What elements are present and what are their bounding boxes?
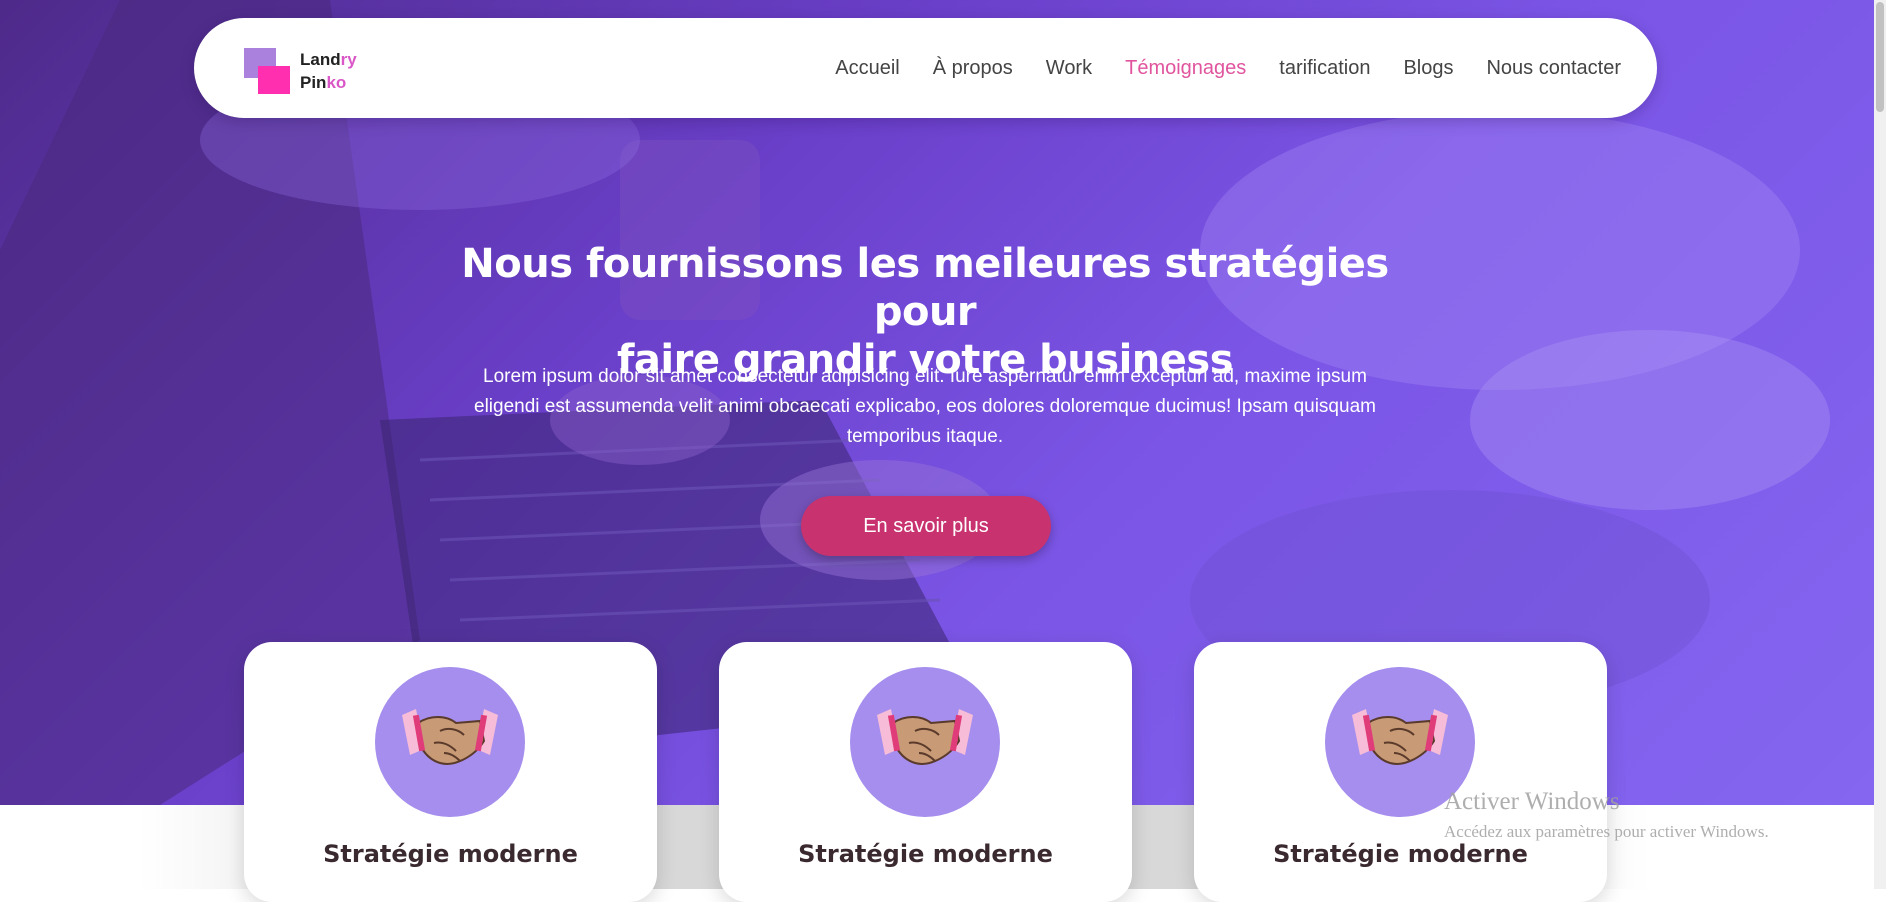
nav-item-a-propos[interactable]: À propos bbox=[933, 57, 1013, 80]
logo-text: Landry Pinko bbox=[300, 48, 357, 94]
card-title: Stratégie moderne bbox=[1273, 840, 1528, 868]
handshake-icon bbox=[402, 709, 498, 765]
card-icon-circle bbox=[850, 667, 1000, 817]
nav-item-nous-contacter[interactable]: Nous contacter bbox=[1486, 57, 1621, 80]
navbar: Landry Pinko Accueil À propos Work Témoi… bbox=[194, 18, 1657, 118]
nav-item-temoignages[interactable]: Témoignages bbox=[1125, 57, 1246, 80]
learn-more-button[interactable]: En savoir plus bbox=[801, 496, 1051, 556]
brand-logo[interactable]: Landry Pinko bbox=[244, 48, 374, 98]
feature-card[interactable]: Stratégie moderne bbox=[1194, 642, 1607, 902]
hero-paragraph: Lorem ipsum dolor sit amet consectetur a… bbox=[474, 366, 1376, 447]
page-scrollbar[interactable] bbox=[1874, 0, 1886, 889]
watermark-title: Activer Windows bbox=[1444, 788, 1620, 815]
nav-item-blogs[interactable]: Blogs bbox=[1403, 57, 1453, 80]
logo-square-pink bbox=[258, 66, 290, 94]
handshake-icon bbox=[1352, 709, 1448, 765]
watermark-subtitle: Accédez aux paramètres pour activer Wind… bbox=[1444, 822, 1769, 841]
card-title: Stratégie moderne bbox=[798, 840, 1053, 868]
nav-item-tarification[interactable]: tarification bbox=[1279, 57, 1370, 80]
nav-item-accueil[interactable]: Accueil bbox=[835, 57, 899, 80]
card-title: Stratégie moderne bbox=[323, 840, 578, 868]
nav-item-work[interactable]: Work bbox=[1046, 57, 1092, 80]
logo-line2: Pinko bbox=[300, 73, 347, 92]
hero-headline-line1: Nous fournissons les meileures stratégie… bbox=[461, 241, 1389, 335]
scrollbar-thumb[interactable] bbox=[1876, 2, 1884, 112]
handshake-icon bbox=[877, 709, 973, 765]
card-icon-circle bbox=[375, 667, 525, 817]
feature-card[interactable]: Stratégie moderne bbox=[244, 642, 657, 902]
feature-card[interactable]: Stratégie moderne bbox=[719, 642, 1132, 902]
main-nav: Accueil À propos Work Témoignages tarifi… bbox=[835, 18, 1621, 118]
logo-line1: Landry bbox=[300, 50, 357, 69]
windows-activation-watermark: Activer Windows Accédez aux paramètres p… bbox=[1444, 788, 1769, 842]
